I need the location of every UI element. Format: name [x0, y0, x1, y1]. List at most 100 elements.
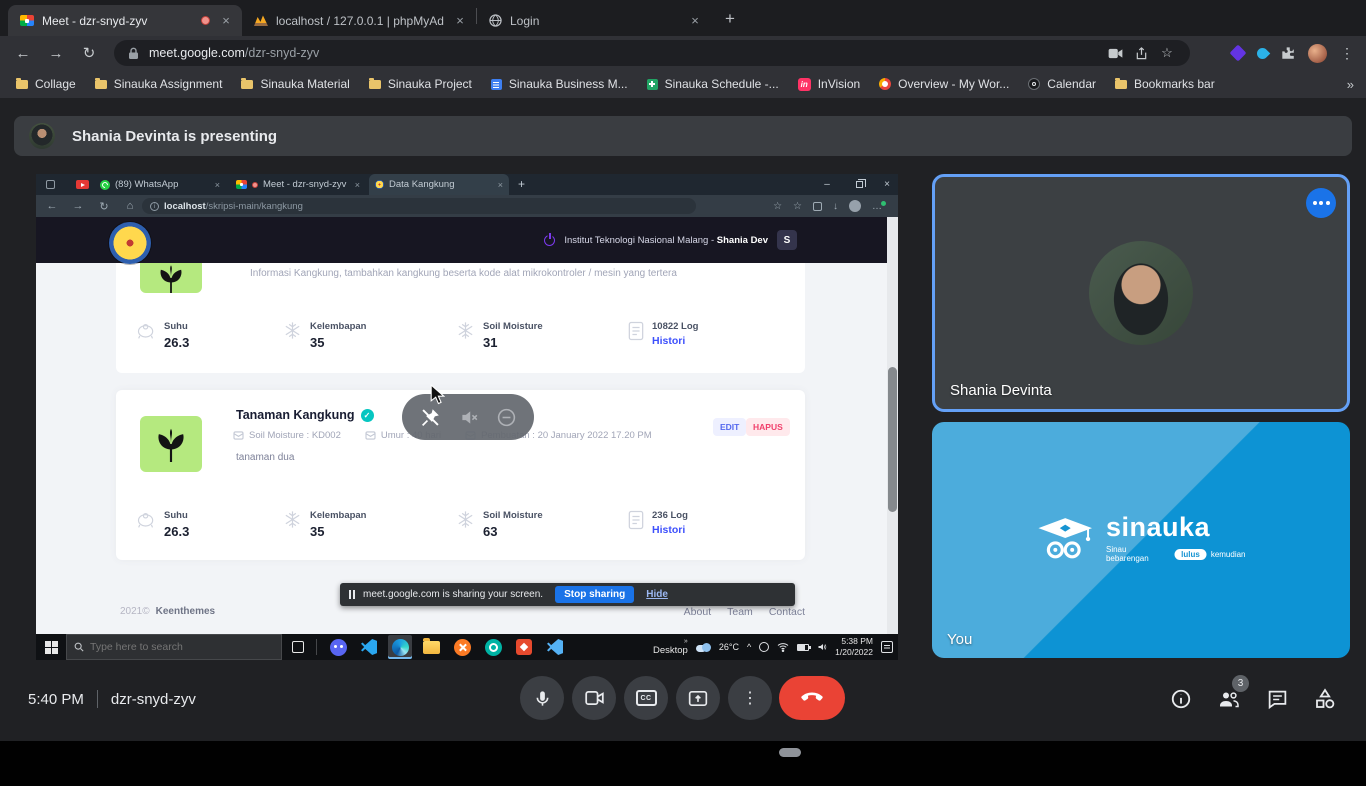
edit-button[interactable]: EDIT — [713, 418, 746, 436]
teal-app-icon[interactable] — [481, 635, 505, 659]
xampp-icon[interactable] — [450, 635, 474, 659]
new-tab-button[interactable]: + — [717, 6, 743, 32]
participants-button[interactable]: 3 — [1216, 686, 1242, 712]
taskbar-clock[interactable]: 5:38 PM 1/20/2022 — [835, 636, 873, 657]
camera-in-use-icon[interactable] — [1102, 48, 1128, 59]
search-input[interactable] — [90, 641, 250, 653]
activities-button[interactable] — [1312, 686, 1338, 712]
restore-icon[interactable] — [848, 174, 870, 195]
vscode-icon[interactable] — [357, 635, 381, 659]
histori-link[interactable]: Histori — [652, 335, 698, 347]
share-icon[interactable] — [1128, 47, 1154, 60]
edge-address-bar[interactable]: i localhost/skripsi-main/kangkung — [142, 198, 696, 214]
web-capture-icon[interactable] — [813, 202, 822, 211]
remove-icon[interactable] — [496, 407, 517, 428]
reload-button[interactable]: ↻ — [94, 195, 114, 217]
microphone-button[interactable] — [520, 676, 564, 720]
battery-icon[interactable] — [797, 644, 809, 651]
minimize-icon[interactable]: – — [816, 174, 838, 195]
stop-sharing-button[interactable]: Stop sharing — [555, 586, 634, 603]
discord-icon[interactable] — [326, 635, 350, 659]
close-icon[interactable]: × — [687, 13, 703, 28]
forward-button[interactable]: → — [43, 40, 69, 66]
forward-button[interactable]: → — [68, 195, 88, 217]
bookmark-invision[interactable]: inInVision — [798, 77, 860, 91]
user-avatar[interactable]: S — [777, 230, 797, 250]
extension-drop-icon[interactable] — [1255, 45, 1271, 61]
edge-profile-avatar[interactable] — [849, 200, 861, 212]
task-view-icon[interactable] — [292, 641, 304, 653]
youtube-pinned-tab-icon[interactable] — [76, 180, 89, 189]
back-button[interactable]: ← — [42, 195, 62, 217]
footer-link-about[interactable]: About — [684, 606, 711, 618]
profile-avatar[interactable] — [1308, 44, 1327, 63]
hide-link[interactable]: Hide — [646, 589, 668, 600]
keenthemes-link[interactable]: Keenthemes — [156, 606, 215, 617]
edge-menu-icon[interactable]: … — [872, 201, 882, 212]
page-scrollbar[interactable] — [887, 217, 898, 634]
home-button[interactable]: ⌂ — [120, 195, 140, 217]
chat-button[interactable] — [1264, 686, 1290, 712]
red-app-icon[interactable] — [512, 635, 536, 659]
bookmark-sinauka-material[interactable]: Sinauka Material — [241, 77, 349, 91]
tab-actions-icon[interactable] — [46, 180, 55, 189]
extension-diamond-icon[interactable] — [1230, 45, 1247, 62]
close-icon[interactable]: × — [498, 180, 503, 190]
power-icon[interactable] — [544, 235, 555, 246]
bookmark-sinauka-schedule[interactable]: Sinauka Schedule -... — [647, 77, 779, 91]
close-icon[interactable]: × — [215, 180, 220, 190]
address-bar[interactable]: meet.google.com/dzr-snyd-zyv ☆ — [114, 40, 1190, 66]
tab-meet[interactable]: Meet - dzr-snyd-zyv × — [8, 5, 242, 36]
audio-off-icon[interactable] — [458, 407, 479, 428]
close-icon[interactable]: × — [355, 180, 360, 190]
histori-link[interactable]: Histori — [652, 524, 688, 536]
bookmark-star-icon[interactable]: ☆ — [1154, 45, 1180, 61]
page-info-icon[interactable]: i — [150, 202, 159, 211]
bookmark-sinauka-assignment[interactable]: Sinauka Assignment — [95, 77, 223, 91]
file-explorer-icon[interactable] — [419, 635, 443, 659]
scrollbar-thumb[interactable] — [888, 367, 897, 512]
bookmark-sinauka-business[interactable]: Sinauka Business M... — [491, 77, 628, 91]
unpin-icon[interactable] — [420, 407, 441, 428]
camera-button[interactable] — [572, 676, 616, 720]
footer-link-contact[interactable]: Contact — [769, 606, 805, 618]
delete-button[interactable]: HAPUS — [746, 418, 790, 436]
captions-button[interactable]: CC — [624, 676, 668, 720]
browser-menu-icon[interactable]: ⋮ — [1340, 45, 1354, 62]
desktop-toolbar[interactable]: » Desktop — [653, 638, 688, 657]
edge-tab-data-kangkung[interactable]: Data Kangkung × — [369, 174, 509, 195]
sync-icon[interactable] — [759, 642, 769, 652]
taskbar-search[interactable] — [66, 634, 282, 660]
bookmark-sinauka-project[interactable]: Sinauka Project — [369, 77, 472, 91]
back-button[interactable]: ← — [10, 40, 36, 66]
visual-studio-icon[interactable] — [543, 635, 567, 659]
reload-button[interactable]: ↻ — [76, 40, 102, 66]
close-icon[interactable]: × — [452, 13, 468, 28]
edge-tab-whatsapp[interactable]: (89) WhatsApp × — [94, 174, 226, 195]
start-button-icon[interactable] — [45, 641, 51, 647]
extensions-puzzle-icon[interactable] — [1281, 46, 1295, 60]
collections-icon[interactable]: ☆ — [793, 201, 802, 212]
edge-icon[interactable] — [388, 635, 412, 659]
close-icon[interactable]: × — [876, 174, 898, 195]
end-call-button[interactable] — [779, 676, 845, 720]
more-options-button[interactable]: ⋮ — [728, 676, 772, 720]
bookmarks-overflow-icon[interactable]: » — [1347, 77, 1354, 92]
bookmark-overview[interactable]: Overview - My Wor... — [879, 77, 1009, 91]
participant-tile-you[interactable]: sinauka Sinau bebarengan lulus kemudian … — [932, 422, 1350, 658]
downloads-icon[interactable]: ↓ — [833, 201, 838, 212]
bookmark-collage[interactable]: Collage — [16, 77, 76, 91]
weather-icon[interactable] — [696, 642, 711, 652]
tab-login[interactable]: Login × — [477, 5, 711, 36]
present-button[interactable] — [676, 676, 720, 720]
close-icon[interactable]: × — [218, 13, 234, 28]
pause-icon[interactable] — [349, 590, 355, 599]
action-center-icon[interactable] — [881, 641, 893, 653]
footer-link-team[interactable]: Team — [727, 606, 753, 618]
chevron-up-icon[interactable]: ^ — [747, 642, 751, 652]
tile-more-options-button[interactable] — [1306, 188, 1336, 218]
wifi-icon[interactable] — [777, 642, 789, 652]
bookmark-bookmarks-bar[interactable]: Bookmarks bar — [1115, 77, 1215, 91]
bookmark-calendar[interactable]: Calendar — [1028, 77, 1096, 91]
participant-tile-shania[interactable]: Shania Devinta — [932, 174, 1350, 412]
